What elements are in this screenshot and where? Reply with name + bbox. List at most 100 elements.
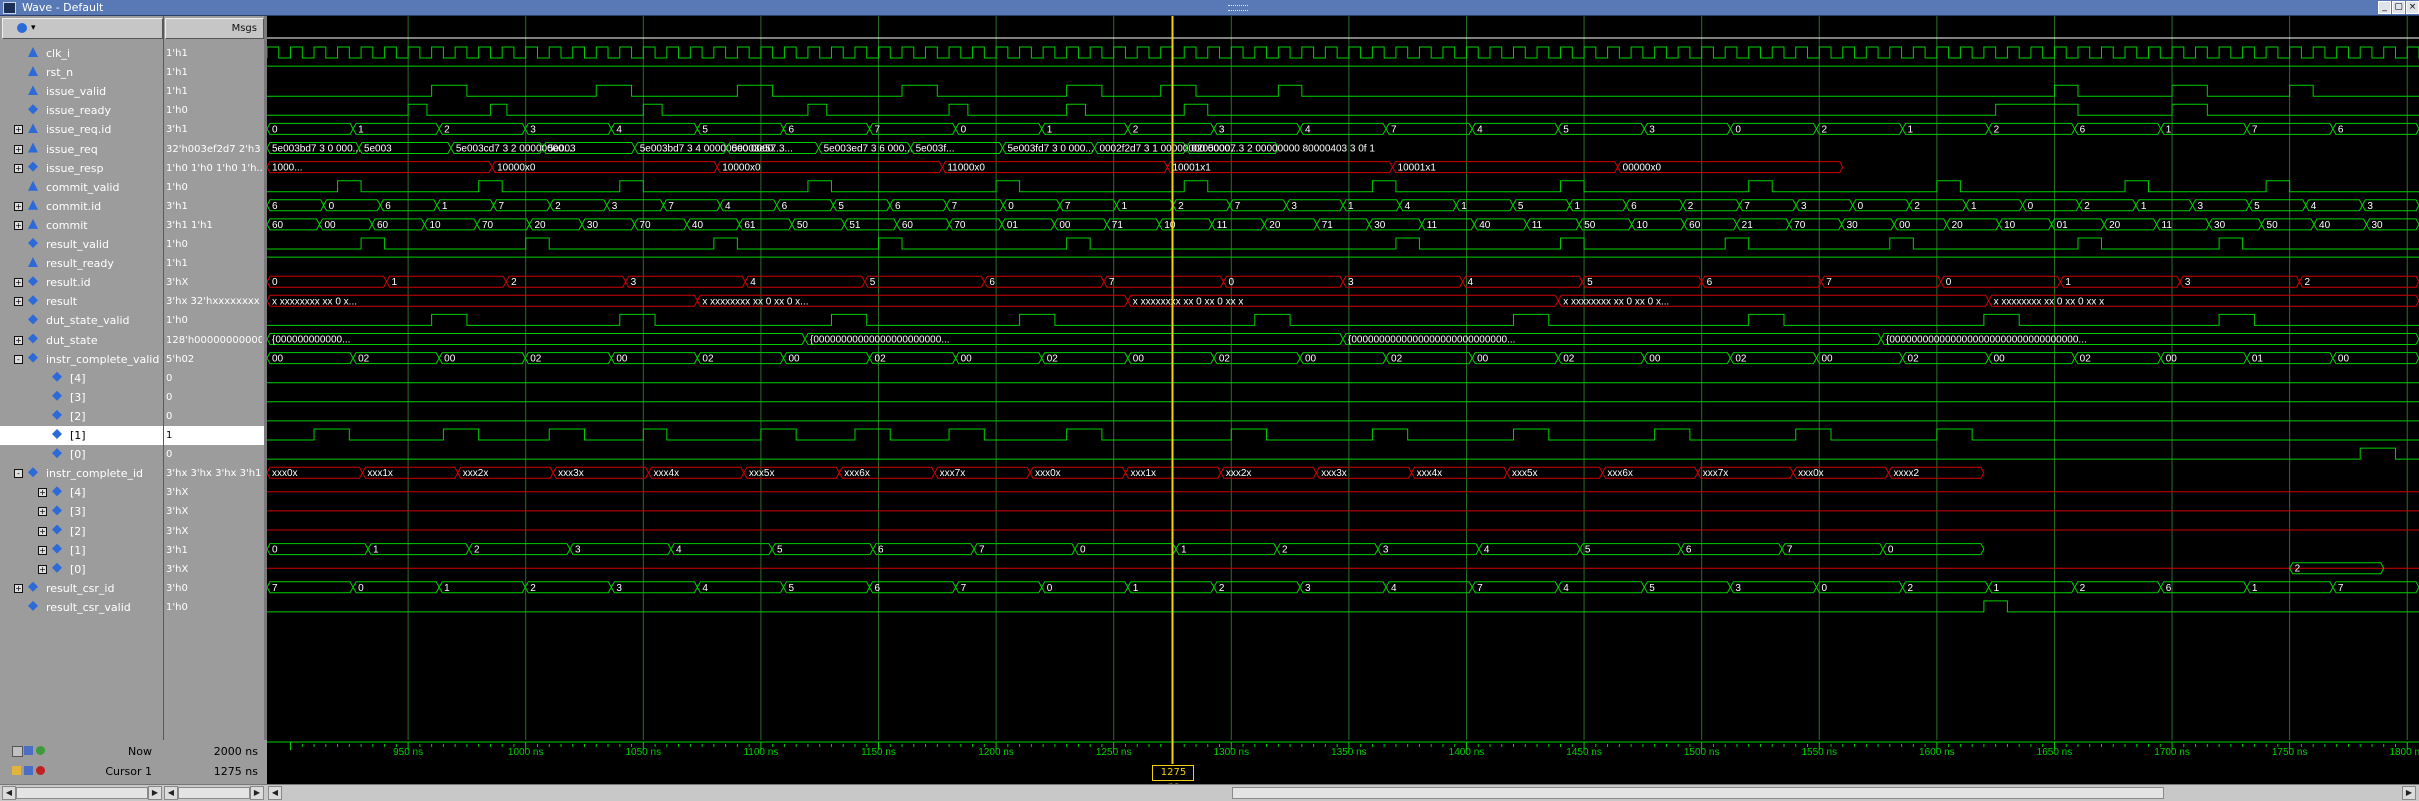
signal-row-1[interactable]: + [1]: [0, 541, 163, 560]
cursor-time-tag[interactable]: 1275 ns: [1152, 765, 1195, 792]
signal-row-0[interactable]: [0]: [0, 445, 163, 464]
signal-row-result[interactable]: + result: [0, 292, 163, 311]
signal-row-instr-complete-valid[interactable]: - instr_complete_valid: [0, 350, 163, 369]
values-column-header[interactable]: Msgs: [165, 18, 264, 39]
signal-value-row[interactable]: 3'hX: [164, 483, 264, 502]
chevron-down-icon[interactable]: ▾: [31, 24, 36, 33]
signal-row-1[interactable]: [1]: [0, 426, 163, 445]
expand-icon[interactable]: +: [14, 335, 23, 345]
signal-row-issue-ready[interactable]: issue_ready: [0, 101, 163, 120]
expand-icon[interactable]: +: [14, 201, 23, 211]
collapse-icon[interactable]: -: [14, 469, 23, 479]
signal-value-row[interactable]: 0: [164, 388, 264, 407]
scroll-right-icon[interactable]: ▶: [2402, 786, 2416, 800]
delete-cursor-icon[interactable]: [36, 766, 45, 775]
signal-row-dut-state[interactable]: + dut_state: [0, 331, 163, 350]
signal-row-issue-resp[interactable]: + issue_resp: [0, 159, 163, 178]
zoom-icon[interactable]: [12, 746, 23, 757]
signal-row-instr-complete-id[interactable]: - instr_complete_id: [0, 464, 163, 483]
signal-value-row[interactable]: 3'h1 1'h1: [164, 216, 264, 235]
expand-icon[interactable]: +: [38, 488, 47, 498]
signal-row-issue-valid[interactable]: issue_valid: [0, 82, 163, 101]
expand-icon[interactable]: +: [38, 507, 47, 517]
collapse-icon[interactable]: -: [14, 354, 23, 364]
signal-value-row[interactable]: 3'hX: [164, 522, 264, 541]
cursor-label[interactable]: Cursor 1: [60, 765, 152, 778]
signal-value-row[interactable]: 3'h0: [164, 579, 264, 598]
signal-row-result-ready[interactable]: result_ready: [0, 254, 163, 273]
signal-value-row[interactable]: 0: [164, 369, 264, 388]
signal-value-row[interactable]: 1'h0: [164, 178, 264, 197]
signal-row-commit-id[interactable]: + commit.id: [0, 197, 163, 216]
value-pane-scroll-thumb[interactable]: [178, 787, 250, 799]
signal-row-result-valid[interactable]: result_valid: [0, 235, 163, 254]
expand-icon[interactable]: +: [38, 526, 47, 536]
signal-value-row[interactable]: 1: [164, 426, 264, 445]
signal-row-result-csr-id[interactable]: + result_csr_id: [0, 579, 163, 598]
cursor-value[interactable]: 1275 ns: [166, 765, 258, 778]
name-pane-scroll-thumb[interactable]: [16, 787, 148, 799]
signal-row-4[interactable]: + [4]: [0, 483, 163, 502]
signal-row-commit-valid[interactable]: commit_valid: [0, 178, 163, 197]
signal-row-2[interactable]: [2]: [0, 407, 163, 426]
signal-row-issue-req-id[interactable]: + issue_req.id: [0, 120, 163, 139]
signal-value-row[interactable]: 3'hX: [164, 560, 264, 579]
signal-value-row[interactable]: 1'h0: [164, 311, 264, 330]
scroll-left-icon[interactable]: ◀: [2, 786, 16, 800]
signal-row-3[interactable]: [3]: [0, 388, 163, 407]
signal-value-row[interactable]: 3'h1: [164, 197, 264, 216]
signal-row-result-id[interactable]: + result.id: [0, 273, 163, 292]
signal-value-row[interactable]: 1'h0: [164, 598, 264, 617]
maximize-icon[interactable]: ▢: [2392, 1, 2405, 14]
signal-value-row[interactable]: 1'h1: [164, 254, 264, 273]
scroll-right-icon[interactable]: ▶: [250, 786, 264, 800]
expand-icon[interactable]: +: [14, 220, 23, 230]
signal-value-row[interactable]: 1'h0: [164, 235, 264, 254]
signal-row-4[interactable]: [4]: [0, 369, 163, 388]
horizontal-scrollbar[interactable]: ◀ ▶ ◀ ▶ ◀ ▶: [0, 784, 2419, 801]
title-grip[interactable]: [1228, 5, 1248, 11]
signal-row-2[interactable]: + [2]: [0, 522, 163, 541]
expand-icon[interactable]: +: [38, 545, 47, 555]
scroll-right-icon[interactable]: ▶: [148, 786, 162, 800]
signal-value-row[interactable]: 3'h1: [164, 120, 264, 139]
scroll-left-icon[interactable]: ◀: [164, 786, 178, 800]
signal-row-3[interactable]: + [3]: [0, 502, 163, 521]
edit-icon[interactable]: [24, 766, 33, 775]
signal-row-issue-req[interactable]: + issue_req: [0, 140, 163, 159]
signal-row-clk-i[interactable]: clk_i: [0, 44, 163, 63]
signal-value-row[interactable]: 3'hX: [164, 273, 264, 292]
signal-row-commit[interactable]: + commit: [0, 216, 163, 235]
signal-value-row[interactable]: 1'h1: [164, 44, 264, 63]
close-icon[interactable]: ×: [2406, 1, 2419, 14]
signal-value-row[interactable]: 0: [164, 445, 264, 464]
signal-value-row[interactable]: 128'h000000000000...: [164, 331, 264, 350]
expand-icon[interactable]: +: [14, 297, 23, 307]
signal-row-result-csr-valid[interactable]: result_csr_valid: [0, 598, 163, 617]
cursor-add-icon[interactable]: [24, 746, 33, 755]
signal-value-row[interactable]: 32'h003ef2d7 2'h3 3'...: [164, 140, 264, 159]
signal-value-row[interactable]: 1'h0: [164, 101, 264, 120]
signal-value-row[interactable]: 0: [164, 407, 264, 426]
signal-row-dut-state-valid[interactable]: dut_state_valid: [0, 311, 163, 330]
signal-value-row[interactable]: 1'h1: [164, 82, 264, 101]
minimize-icon[interactable]: _: [2378, 1, 2391, 14]
expand-icon[interactable]: +: [14, 125, 23, 135]
search-icon[interactable]: [17, 23, 27, 33]
wave-scroll-thumb[interactable]: [1232, 787, 2164, 799]
timeline-ruler[interactable]: 950 ns 1000 ns 1050 ns 1100 ns 1150 ns 1200 n…: [267, 740, 2419, 784]
expand-icon[interactable]: +: [14, 278, 23, 288]
name-column-header[interactable]: ▾: [2, 18, 163, 39]
go-icon[interactable]: [36, 746, 45, 755]
expand-icon[interactable]: +: [14, 583, 23, 593]
signal-value-row[interactable]: 1'h1: [164, 63, 264, 82]
signal-value-row[interactable]: 5'h02: [164, 350, 264, 369]
lock-icon[interactable]: [12, 766, 21, 775]
waveform-canvas[interactable]: 0 1 2 3 4 5 6 7 0 1 2 3 4 7 4 5 3 0 2 1 2 6 1 7 65e003bd7 3 0 00…: [267, 16, 2419, 740]
signal-value-row[interactable]: 3'hX: [164, 502, 264, 521]
signal-value-row[interactable]: 3'h1: [164, 541, 264, 560]
expand-icon[interactable]: +: [38, 564, 47, 574]
expand-icon[interactable]: +: [14, 163, 23, 173]
signal-value-row[interactable]: 3'hx 3'hx 3'hx 3'h1 3'hx: [164, 464, 264, 483]
signal-value-row[interactable]: 3'hx 32'hxxxxxxxx 5...: [164, 292, 264, 311]
